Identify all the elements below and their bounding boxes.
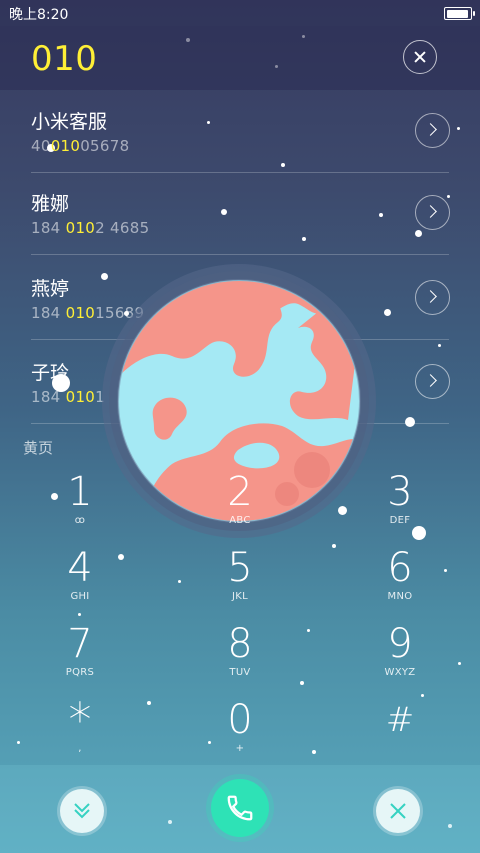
key-letters: +: [235, 743, 245, 754]
keypad-key-2[interactable]: 2 ABC: [180, 472, 300, 542]
keypad-key-5[interactable]: 5 JKL: [180, 548, 300, 618]
key-digit: 7: [67, 621, 93, 667]
key-digit: 4: [67, 545, 93, 591]
contact-number: 4001005678: [31, 137, 130, 155]
star-dot: [312, 750, 316, 754]
key-letters: DEF: [389, 515, 411, 526]
collapse-keypad-button[interactable]: [60, 789, 104, 833]
close-button[interactable]: [376, 789, 420, 833]
keypad-key-1[interactable]: 1 ꝏ: [20, 472, 140, 542]
key-digit: 5: [227, 545, 253, 591]
keypad-key-6[interactable]: 6 MNO: [340, 548, 460, 618]
call-button[interactable]: [211, 779, 269, 837]
action-bar: [0, 765, 480, 853]
keypad-key-8[interactable]: 8 TUV: [180, 624, 300, 694]
key-letters: JKL: [232, 591, 248, 602]
yellow-pages-label: 黄页: [23, 439, 54, 457]
key-letters: WXYZ: [384, 667, 416, 678]
contact-name: 小米客服: [31, 111, 108, 133]
key-digit: #: [385, 700, 415, 740]
contact-name: 子玲: [31, 362, 70, 384]
clear-icon[interactable]: [403, 40, 437, 74]
contact-name: 雅娜: [31, 193, 70, 215]
chevron-right-icon[interactable]: [415, 364, 450, 399]
battery-icon: [444, 7, 475, 20]
star-dot: [332, 544, 336, 548]
chevron-double-down-icon: [74, 803, 90, 819]
keypad-key-0[interactable]: 0 +: [180, 700, 300, 770]
chevron-right-icon[interactable]: [415, 195, 450, 230]
battery-level: [446, 9, 468, 18]
key-digit: 2: [227, 469, 253, 515]
status-time: 晚上8:20: [9, 7, 69, 23]
contact-number: 184 0101: [31, 388, 105, 406]
phone-icon: [227, 795, 253, 821]
key-digit: 1: [67, 469, 93, 515]
key-letters: GHI: [70, 591, 90, 602]
key-digit: 9: [387, 621, 413, 667]
status-bar: 晚上8:20: [0, 0, 480, 26]
contact-row[interactable]: 雅娜 184 0102 4685: [0, 171, 480, 255]
contact-number: 184 0102 4685: [31, 219, 150, 237]
keypad-key-4[interactable]: 4 GHI: [20, 548, 140, 618]
star-dot: [307, 629, 310, 632]
dial-header: 010: [0, 26, 480, 90]
star-dot: [421, 694, 424, 697]
divider: [31, 254, 449, 255]
key-letters: TUV: [229, 667, 251, 678]
keypad-key-7[interactable]: 7 PQRS: [20, 624, 140, 694]
key-letters: ABC: [229, 515, 251, 526]
key-digit: 0: [227, 697, 253, 743]
keypad-key-3[interactable]: 3 DEF: [340, 472, 460, 542]
key-letters: MNO: [387, 591, 413, 602]
key-digit: 6: [387, 545, 413, 591]
key-letters: PQRS: [65, 667, 95, 678]
contact-row[interactable]: 小米客服 4001005678: [0, 89, 480, 173]
star-dot: [147, 701, 151, 705]
keypad-key-hash[interactable]: #: [340, 700, 460, 770]
chevron-right-icon[interactable]: [415, 280, 450, 315]
star-dot: [300, 681, 304, 685]
close-icon: [390, 803, 406, 819]
chevron-right-icon[interactable]: [415, 113, 450, 148]
contact-name: 燕婷: [31, 278, 70, 300]
key-digit: 8: [227, 621, 253, 667]
key-digit: 3: [387, 469, 413, 515]
keypad-key-9[interactable]: 9 WXYZ: [340, 624, 460, 694]
key-letters: ,: [78, 743, 82, 754]
voicemail-icon: ꝏ: [74, 515, 86, 526]
key-digit: *: [68, 693, 92, 747]
dialed-number[interactable]: 010: [31, 39, 97, 79]
keypad-key-star[interactable]: * ,: [20, 693, 140, 770]
